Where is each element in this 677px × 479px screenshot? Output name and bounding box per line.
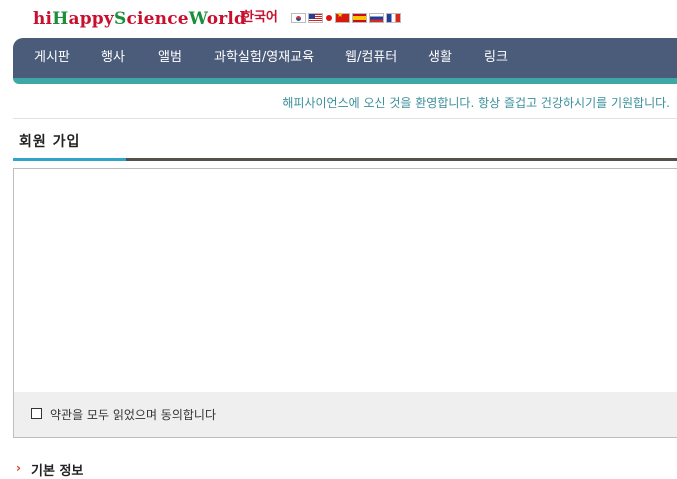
divider — [13, 118, 677, 119]
site-header: hiHappyScienceWorld 한국어 — [0, 0, 677, 38]
russia-flag-icon[interactable] — [369, 13, 384, 23]
nav-item-links[interactable]: 링크 — [484, 50, 508, 66]
nav-accent-bar — [13, 78, 677, 84]
terms-box: 약관을 모두 읽었으며 동의합니다 — [13, 168, 677, 438]
agree-label[interactable]: 약관을 모두 읽었으며 동의합니다 — [50, 406, 216, 423]
nav-item-life[interactable]: 생활 — [428, 50, 452, 66]
terms-content[interactable] — [14, 169, 677, 393]
title-underline — [13, 158, 126, 161]
korea-flag-icon[interactable] — [291, 13, 306, 23]
agree-bar: 약관을 모두 읽었으며 동의합니다 — [14, 392, 677, 437]
nav-item-album[interactable]: 앨범 — [158, 50, 182, 66]
title-divider — [126, 158, 677, 161]
spain-flag-icon[interactable] — [352, 13, 367, 23]
agree-checkbox[interactable] — [31, 408, 42, 419]
logo-part: W — [188, 9, 207, 29]
logo-part: appy — [68, 9, 114, 29]
welcome-message: 해피사이언스에 오신 것을 환영합니다. 항상 즐겁고 건강하시기를 기원합니다… — [282, 96, 670, 110]
language-flags — [291, 11, 401, 24]
logo-part: S — [113, 9, 127, 29]
china-flag-icon[interactable] — [335, 11, 350, 23]
usa-flag-icon[interactable] — [308, 13, 323, 23]
main-nav: 게시판 행사 앨범 과학실험/영재교육 웹/컴퓨터 생활 링크 — [13, 38, 677, 78]
page-title: 회원 가입 — [19, 134, 81, 150]
logo-part: H — [52, 9, 69, 29]
logo-part: hi — [33, 9, 53, 29]
logo-part: orld — [206, 9, 247, 29]
language-label[interactable]: 한국어 — [242, 10, 278, 26]
logo-part: cience — [126, 9, 189, 29]
nav-item-board[interactable]: 게시판 — [34, 50, 70, 66]
france-flag-icon[interactable] — [386, 13, 401, 23]
site-logo[interactable]: hiHappyScienceWorld — [33, 8, 246, 30]
chevron-right-icon: › — [16, 461, 21, 475]
nav-item-science[interactable]: 과학실험/영재교육 — [214, 50, 314, 66]
nav-item-web[interactable]: 웹/컴퓨터 — [345, 50, 397, 66]
japan-flag-icon[interactable] — [325, 13, 333, 23]
nav-item-events[interactable]: 행사 — [101, 50, 125, 66]
